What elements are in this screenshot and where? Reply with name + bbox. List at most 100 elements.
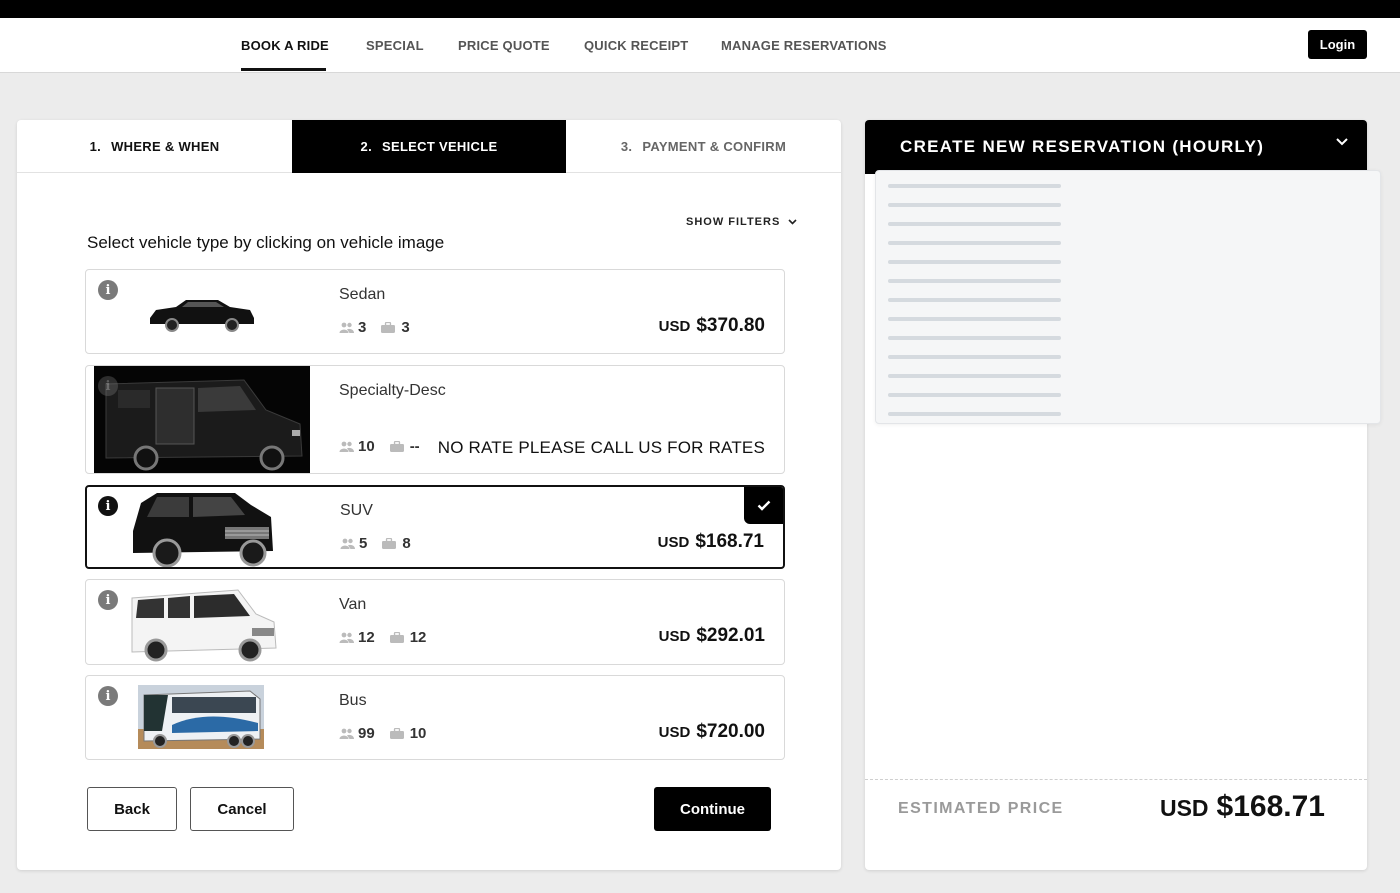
passenger-count: 12 <box>358 629 375 646</box>
price-currency: USD <box>658 318 691 335</box>
nav-manage-reservations[interactable]: MANAGE RESERVATIONS <box>721 38 887 53</box>
step-label: SELECT VEHICLE <box>382 139 498 154</box>
info-icon[interactable]: i <box>98 496 118 516</box>
luggage-count: 8 <box>402 535 411 552</box>
vehicle-capacity: 99 10 <box>339 725 426 742</box>
reservation-summary-title: CREATE NEW RESERVATION (HOURLY) <box>900 137 1265 156</box>
price-amount: $720.00 <box>696 721 765 742</box>
luggage-icon <box>389 728 404 739</box>
vehicle-name: SUV <box>340 502 373 519</box>
main-nav: BOOK A RIDE SPECIAL PRICE QUOTE QUICK RE… <box>0 18 1400 73</box>
vehicle-name: Bus <box>339 692 367 709</box>
nav-special[interactable]: SPECIAL <box>366 38 424 53</box>
loading-skeleton <box>875 170 1381 424</box>
skeleton-line <box>888 393 1061 397</box>
step-tabs: 1. WHERE & WHEN 2. SELECT VEHICLE 3. PAY… <box>17 120 841 173</box>
nav-quick-receipt[interactable]: QUICK RECEIPT <box>584 38 688 53</box>
luggage-count: 3 <box>401 319 410 336</box>
vehicle-capacity: 5 8 <box>340 535 411 552</box>
luggage-icon <box>389 632 404 643</box>
skeleton-line <box>888 184 1061 188</box>
chevron-down-icon <box>1336 138 1348 146</box>
step-number: 1. <box>89 139 102 154</box>
skeleton-line <box>888 355 1061 359</box>
info-icon[interactable]: i <box>98 686 118 706</box>
passengers-icon <box>340 538 355 549</box>
passengers-icon <box>339 632 354 643</box>
price-currency: USD <box>658 628 691 645</box>
chevron-down-icon <box>788 219 797 225</box>
back-button[interactable]: Back <box>87 787 177 831</box>
info-icon[interactable]: i <box>98 376 118 396</box>
passenger-count: 10 <box>358 438 375 455</box>
top-black-bar <box>0 0 1400 18</box>
skeleton-line <box>888 241 1061 245</box>
info-icon[interactable]: i <box>98 590 118 610</box>
nav-active-indicator <box>241 68 326 71</box>
passengers-icon <box>339 322 354 333</box>
estimated-price: USD $168.71 <box>1160 790 1325 824</box>
price-amount: $370.80 <box>696 315 765 336</box>
price-currency: USD <box>657 534 690 551</box>
divider <box>865 779 1367 780</box>
vehicle-capacity: 10 -- <box>339 438 420 455</box>
vehicle-price: USD $720.00 <box>659 721 765 743</box>
skeleton-line <box>888 374 1061 378</box>
vehicle-card-bus[interactable]: i Bus 99 10 USD $720.00 <box>85 675 785 760</box>
step-label: PAYMENT & CONFIRM <box>642 139 787 154</box>
step-number: 3. <box>620 139 633 154</box>
sedan-image[interactable] <box>146 272 258 352</box>
skeleton-line <box>888 317 1061 321</box>
nav-book-a-ride[interactable]: BOOK A RIDE <box>241 38 329 53</box>
vehicle-capacity: 12 12 <box>339 629 426 646</box>
skeleton-line <box>888 298 1061 302</box>
show-filters-toggle[interactable]: SHOW FILTERS <box>686 216 797 228</box>
vehicle-card-van[interactable]: i Van 12 12 USD $292.01 <box>85 579 785 665</box>
luggage-icon <box>382 538 397 549</box>
step-number: 2. <box>360 139 372 154</box>
suv-image[interactable] <box>127 487 277 567</box>
luggage-count: 10 <box>409 725 427 742</box>
step-where-when[interactable]: 1. WHERE & WHEN <box>17 120 292 173</box>
van-image[interactable] <box>124 584 280 664</box>
luggage-count: -- <box>409 438 420 455</box>
bus-image[interactable] <box>138 685 264 749</box>
skeleton-line <box>888 279 1061 283</box>
show-filters-label: SHOW FILTERS <box>686 216 781 228</box>
estimated-price-amount: $168.71 <box>1216 790 1325 823</box>
price-currency: USD <box>658 724 691 741</box>
luggage-icon <box>381 322 396 333</box>
luggage-count: 12 <box>409 629 427 646</box>
price-amount: $292.01 <box>696 625 765 646</box>
passenger-count: 5 <box>359 535 368 552</box>
skeleton-line <box>888 336 1061 340</box>
luggage-icon <box>389 441 404 452</box>
passenger-count: 99 <box>358 725 375 742</box>
passengers-icon <box>339 728 354 739</box>
step-payment-confirm[interactable]: 3. PAYMENT & CONFIRM <box>566 120 841 173</box>
nav-price-quote[interactable]: PRICE QUOTE <box>458 38 550 53</box>
step-select-vehicle[interactable]: 2. SELECT VEHICLE <box>292 120 566 173</box>
vehicle-capacity: 3 3 <box>339 319 410 336</box>
vehicle-price: USD $292.01 <box>659 625 765 647</box>
no-rate-message: NO RATE PLEASE CALL US FOR RATES <box>437 438 765 457</box>
estimated-price-label: ESTIMATED PRICE <box>898 800 1064 817</box>
vehicle-card-specialty[interactable]: i Specialty-Desc 10 -- NO RATE PLEASE CA… <box>85 365 785 474</box>
login-button[interactable]: Login <box>1308 30 1367 59</box>
instruction-text: Select vehicle type by clicking on vehic… <box>87 233 445 252</box>
vehicle-card-sedan[interactable]: i Sedan 3 3 USD $370.80 <box>85 269 785 354</box>
step-label: WHERE & WHEN <box>111 139 220 154</box>
price-amount: $168.71 <box>695 531 764 552</box>
cancel-button[interactable]: Cancel <box>190 787 294 831</box>
info-icon[interactable]: i <box>98 280 118 300</box>
passenger-count: 3 <box>358 319 367 336</box>
skeleton-line <box>888 260 1061 264</box>
estimated-price-currency: USD <box>1159 795 1209 821</box>
continue-button[interactable]: Continue <box>654 787 771 831</box>
specialty-van-image[interactable] <box>94 366 310 473</box>
selected-check-icon <box>744 487 783 524</box>
booking-card: 1. WHERE & WHEN 2. SELECT VEHICLE 3. PAY… <box>17 120 841 870</box>
reservation-summary-header[interactable]: CREATE NEW RESERVATION (HOURLY) <box>865 120 1367 174</box>
vehicle-card-suv[interactable]: i SUV 5 8 USD $168.71 <box>85 485 785 569</box>
skeleton-line <box>888 203 1061 207</box>
